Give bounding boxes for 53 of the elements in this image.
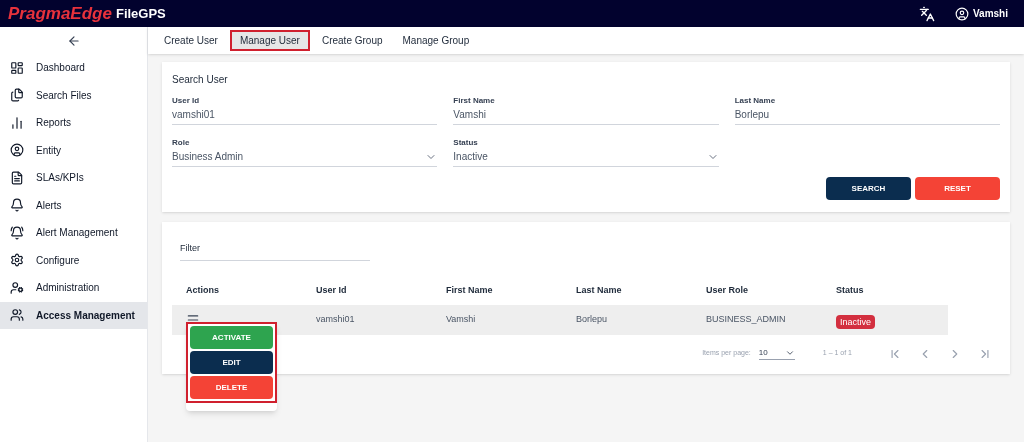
sidebar-item[interactable]: Access Management [0,301,147,329]
translate-icon[interactable] [918,5,935,22]
column-header: Last Name [576,283,623,297]
sidebar-item[interactable]: Dashboard [0,54,147,82]
tab[interactable]: Create User [156,30,226,51]
column-header: Actions [186,283,220,297]
input-field[interactable]: Last Name Borlepu [734,95,1000,125]
brand-logo: PragmaEdge [8,2,112,25]
sidebar-item[interactable]: Reports [0,109,147,137]
sidebar-item[interactable]: Alert Management [0,219,147,247]
tab[interactable]: Create Group [313,30,391,51]
bar-chart-icon [10,115,24,130]
select-field[interactable]: Status Inactive [453,137,719,167]
document-icon [10,170,24,185]
gear-icon [10,253,24,268]
select-field[interactable]: Role Business Admin [172,137,438,167]
dashboard-icon [10,60,24,75]
column-header: User Id [316,283,348,297]
tab[interactable]: Manage Group [394,30,478,51]
column-header: User Role [706,283,750,297]
column-header: First Name [446,283,494,297]
status-badge: Inactive [836,314,876,329]
product-name: FileGPS [115,4,166,23]
bell-icon [10,198,24,213]
page-size-select[interactable]: 10 [758,347,795,360]
menu-item[interactable]: EDIT [190,351,273,374]
user-avatar-icon [954,6,969,21]
filter-field[interactable]: Filter [180,242,370,261]
table-cell-text: vamshi01 [316,312,356,326]
user-circle-icon [10,143,24,158]
sidebar-item[interactable]: Alerts [0,191,147,219]
users-icon [10,308,24,323]
user-menu[interactable]: Vamshi [954,6,1008,21]
input-field[interactable]: User Id vamshi01 [172,95,438,125]
menu-item[interactable]: DELETE [190,376,273,399]
sidebar-item[interactable]: SLAs/KPIs [0,164,147,192]
dropdown-caret-icon [784,348,795,358]
files-icon [10,88,24,103]
tab[interactable]: Manage User [229,30,310,51]
sidebar-item[interactable]: Entity [0,136,147,164]
search-button[interactable]: SEARCH [826,177,911,200]
column-header: Status [836,283,865,297]
user-gear-icon [10,280,24,295]
table-cell-text: BUSINESS_ADMIN [706,312,787,326]
sidebar-item[interactable]: Configure [0,246,147,274]
reset-button[interactable]: RESET [915,177,1000,200]
bell-icon [10,225,24,240]
input-field[interactable]: First Name Vamshi [453,95,719,125]
table-cell-text: Vamshi [446,312,477,326]
sidebar-item[interactable]: Administration [0,274,147,302]
sidebar-item[interactable]: Search Files [0,81,147,109]
card-title: Search User [172,73,229,87]
table-cell-text: Borlepu [576,312,609,326]
